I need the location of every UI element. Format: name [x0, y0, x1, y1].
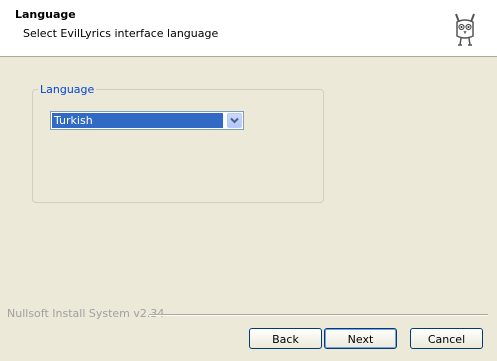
language-select[interactable]: Turkish: [50, 111, 244, 130]
owl-icon: [455, 13, 475, 46]
back-button[interactable]: Back: [249, 328, 322, 349]
header-banner: Language Select EvilLyrics interface lan…: [0, 0, 497, 57]
page-subtitle: Select EvilLyrics interface language: [23, 27, 219, 40]
language-group-legend: Language: [38, 83, 97, 96]
cancel-button[interactable]: Cancel: [410, 328, 483, 349]
language-select-value: Turkish: [52, 113, 223, 128]
page-title: Language: [15, 8, 76, 21]
footer-divider: [149, 314, 488, 316]
language-groupbox: [32, 89, 324, 203]
next-button[interactable]: Next: [324, 328, 397, 349]
nsis-branding: Nullsoft Install System v2.34: [7, 307, 165, 320]
dropdown-button[interactable]: [227, 113, 242, 128]
chevron-down-icon: [230, 117, 239, 124]
